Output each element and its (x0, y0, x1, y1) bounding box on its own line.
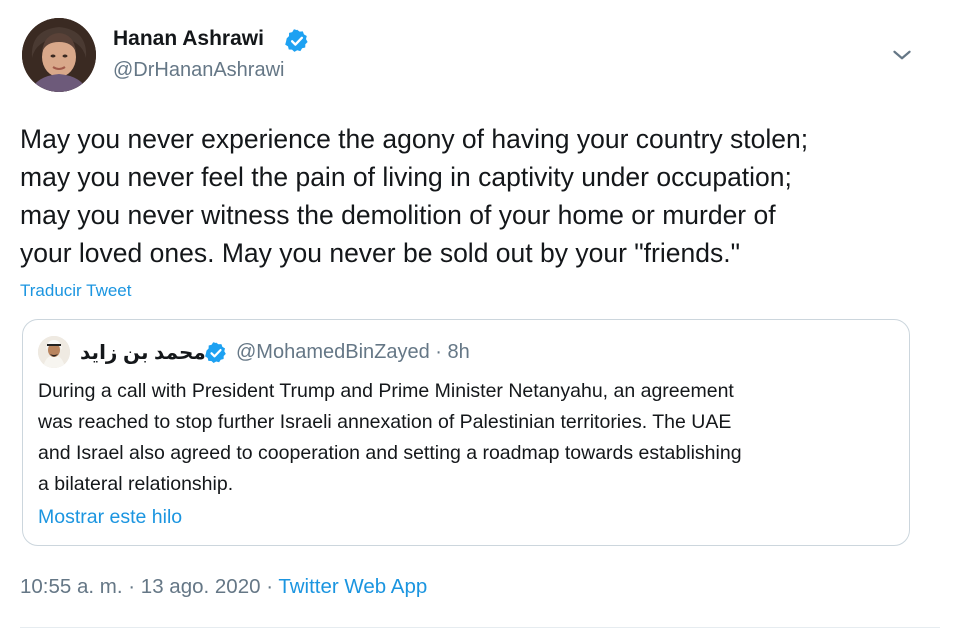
quoted-text-line: a bilateral relationship. (38, 473, 234, 495)
tweet-text-line: may you never feel the pain of living in… (20, 162, 792, 192)
tweet-meta: 10:55 a. m. · 13 ago. 2020 · Twitter Web… (20, 575, 427, 599)
quoted-text-line: was reached to stop further Israeli anne… (38, 411, 732, 433)
quoted-timestamp: 8h (447, 341, 470, 363)
quoted-author-handle: @MohamedBinZayed (236, 341, 430, 363)
author-handle[interactable]: @DrHananAshrawi (113, 59, 284, 82)
quoted-text-line: and Israel also agreed to cooperation an… (38, 442, 742, 464)
quoted-avatar-image (38, 336, 70, 368)
author-avatar[interactable] (22, 18, 96, 92)
tweet-card: Hanan Ashrawi @DrHananAshrawi May you ne… (0, 0, 960, 640)
chevron-down-icon[interactable] (889, 42, 915, 68)
tweet-text-line: your loved ones. May you never be sold o… (20, 238, 740, 268)
meta-separator: · (266, 575, 274, 598)
show-thread-link[interactable]: Mostrar este hilo (38, 506, 182, 529)
quoted-text-line: During a call with President Trump and P… (38, 380, 734, 402)
author-name[interactable]: Hanan Ashrawi (113, 27, 264, 51)
tweet-date[interactable]: 13 ago. 2020 (141, 575, 261, 598)
quoted-tweet[interactable]: محمد بن زايد @MohamedBinZayed · 8h Durin… (22, 319, 910, 546)
translate-tweet-link[interactable]: Traducir Tweet (20, 281, 132, 301)
quoted-handle-line: @MohamedBinZayed · 8h (236, 341, 470, 364)
quoted-separator: · (435, 341, 442, 363)
verified-badge-icon (205, 342, 226, 363)
divider (20, 627, 940, 628)
tweet-text-line: May you never experience the agony of ha… (20, 124, 809, 154)
tweet-source-link[interactable]: Twitter Web App (278, 575, 427, 598)
quoted-author-name: محمد بن زايد (80, 342, 206, 364)
author-avatar-image (22, 18, 96, 92)
tweet-time[interactable]: 10:55 a. m. (20, 575, 123, 598)
tweet-text: May you never experience the agony of ha… (20, 120, 940, 272)
meta-separator: · (128, 575, 136, 598)
verified-badge-icon (285, 29, 308, 52)
quoted-author-avatar (38, 336, 70, 368)
tweet-text-line: may you never witness the demolition of … (20, 200, 776, 230)
quoted-tweet-text: During a call with President Trump and P… (38, 376, 898, 500)
